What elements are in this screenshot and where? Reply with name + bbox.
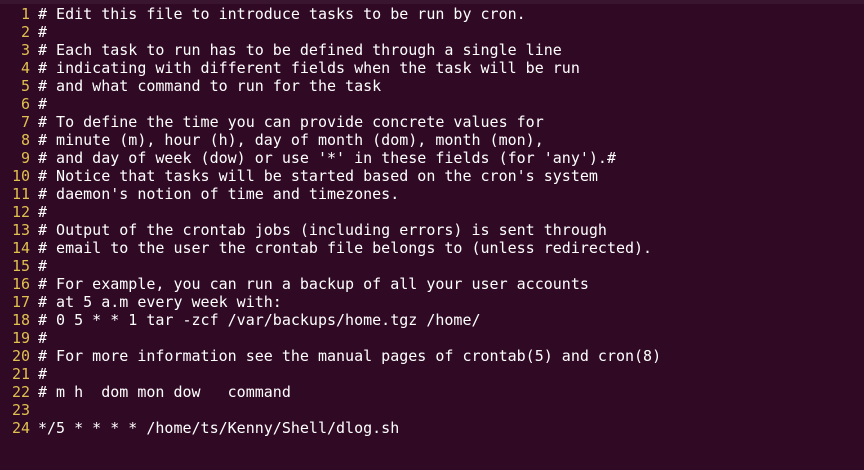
line-text[interactable]: # Notice that tasks will be started base…	[38, 167, 598, 185]
line-text[interactable]: # minute (m), hour (h), day of month (do…	[38, 131, 544, 149]
editor-line[interactable]: 11 # daemon's notion of time and timezone…	[0, 185, 864, 203]
line-text[interactable]: # at 5 a.m every week with:	[38, 293, 282, 311]
line-text[interactable]: # 0 5 * * 1 tar -zcf /var/backups/home.t…	[38, 311, 481, 329]
line-number: 3	[20, 41, 30, 59]
editor-line[interactable]: 16 # For example, you can run a backup of…	[0, 275, 864, 293]
editor-line[interactable]: 19 #	[0, 329, 864, 347]
line-number: 6	[20, 95, 30, 113]
line-text[interactable]: # daemon's notion of time and timezones.	[38, 185, 399, 203]
line-text[interactable]: # For example, you can run a backup of a…	[38, 275, 589, 293]
editor-line[interactable]: 15 #	[0, 257, 864, 275]
editor-line[interactable]: 8 # minute (m), hour (h), day of month (d…	[0, 131, 864, 149]
editor-line[interactable]: 22 # m h dom mon dow command	[0, 383, 864, 401]
editor-line[interactable]: 2 #	[0, 23, 864, 41]
editor-line[interactable]: 4 # indicating with different fields when…	[0, 59, 864, 77]
line-text[interactable]: # and day of week (dow) or use '*' in th…	[38, 149, 616, 167]
line-number: 17	[11, 293, 30, 311]
editor-line[interactable]: 21 #	[0, 365, 864, 383]
line-text[interactable]: #	[38, 203, 47, 221]
editor-line-cron-job[interactable]: 24 */5 * * * * /home/ts/Kenny/Shell/dlog.…	[0, 419, 864, 437]
line-text[interactable]: # Each task to run has to be defined thr…	[38, 41, 562, 59]
line-number: 5	[20, 77, 30, 95]
line-number: 1	[20, 5, 30, 23]
line-text[interactable]: #	[38, 329, 47, 347]
line-number: 8	[20, 131, 30, 149]
line-text[interactable]: # Edit this file to introduce tasks to b…	[38, 5, 526, 23]
window-top-strip	[0, 0, 864, 4]
line-text[interactable]: # indicating with different fields when …	[38, 59, 580, 77]
line-number: 14	[11, 239, 30, 257]
line-number: 11	[11, 185, 30, 203]
editor-line[interactable]: 5 # and what command to run for the task	[0, 77, 864, 95]
line-number: 20	[11, 347, 30, 365]
line-number: 7	[20, 113, 30, 131]
editor-line[interactable]: 3 # Each task to run has to be defined th…	[0, 41, 864, 59]
line-number: 13	[11, 221, 30, 239]
editor-line[interactable]: 18 # 0 5 * * 1 tar -zcf /var/backups/home…	[0, 311, 864, 329]
line-number: 22	[11, 383, 30, 401]
terminal-editor[interactable]: 1 # Edit this file to introduce tasks to …	[0, 0, 864, 470]
line-text[interactable]: # To define the time you can provide con…	[38, 113, 544, 131]
line-number: 24	[11, 419, 30, 437]
line-number: 12	[11, 203, 30, 221]
editor-line[interactable]: 23	[0, 401, 864, 419]
line-text[interactable]: */5 * * * * /home/ts/Kenny/Shell/dlog.sh	[38, 419, 399, 437]
editor-line[interactable]: 10 # Notice that tasks will be started ba…	[0, 167, 864, 185]
editor-line[interactable]: 9 # and day of week (dow) or use '*' in t…	[0, 149, 864, 167]
editor-line[interactable]: 14 # email to the user the crontab file b…	[0, 239, 864, 257]
editor-line[interactable]: 7 # To define the time you can provide co…	[0, 113, 864, 131]
line-text[interactable]: #	[38, 23, 47, 41]
line-number: 9	[20, 149, 30, 167]
editor-line[interactable]: 13 # Output of the crontab jobs (includin…	[0, 221, 864, 239]
editor-line[interactable]: 17 # at 5 a.m every week with:	[0, 293, 864, 311]
line-text[interactable]: # Output of the crontab jobs (including …	[38, 221, 607, 239]
line-number: 10	[11, 167, 30, 185]
line-text[interactable]: #	[38, 95, 47, 113]
line-number: 19	[11, 329, 30, 347]
line-number: 21	[11, 365, 30, 383]
line-text[interactable]: #	[38, 365, 47, 383]
line-text[interactable]: # m h dom mon dow command	[38, 383, 291, 401]
line-number: 2	[20, 23, 30, 41]
editor-line[interactable]: 6 #	[0, 95, 864, 113]
line-number: 23	[11, 401, 30, 419]
editor-line[interactable]: 12 #	[0, 203, 864, 221]
editor-line[interactable]: 20 # For more information see the manual …	[0, 347, 864, 365]
line-number: 15	[11, 257, 30, 275]
editor-line[interactable]: 1 # Edit this file to introduce tasks to …	[0, 5, 864, 23]
line-number: 18	[11, 311, 30, 329]
line-text[interactable]: # email to the user the crontab file bel…	[38, 239, 652, 257]
line-text[interactable]: # and what command to run for the task	[38, 77, 381, 95]
line-number: 16	[11, 275, 30, 293]
line-text[interactable]: #	[38, 257, 47, 275]
line-number: 4	[20, 59, 30, 77]
line-text[interactable]: # For more information see the manual pa…	[38, 347, 661, 365]
editor-text-area[interactable]: 1 # Edit this file to introduce tasks to …	[0, 5, 864, 437]
